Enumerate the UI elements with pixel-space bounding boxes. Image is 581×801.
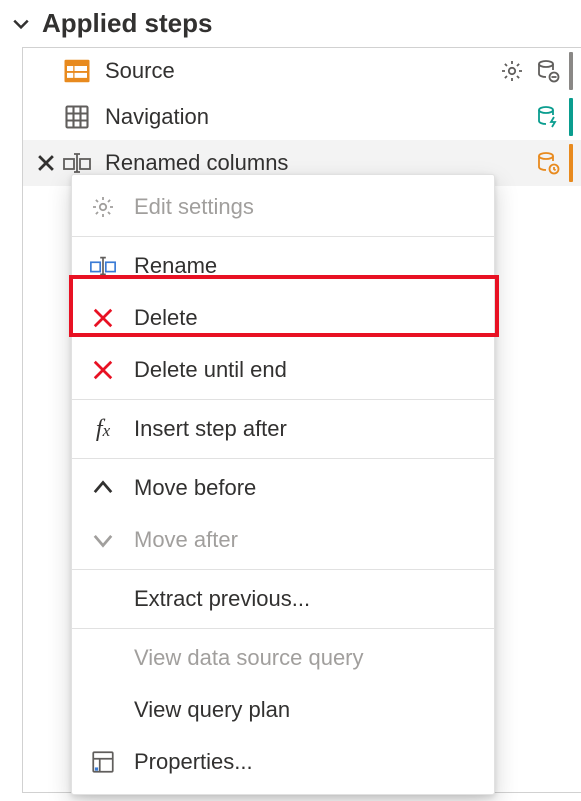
status-stripe bbox=[569, 144, 573, 182]
menu-move-before[interactable]: Move before bbox=[72, 462, 494, 514]
table-source-icon bbox=[61, 55, 93, 87]
menu-label: Delete until end bbox=[134, 357, 287, 383]
menu-label: Delete bbox=[134, 305, 198, 331]
table-icon bbox=[61, 101, 93, 133]
delete-x-icon bbox=[88, 303, 118, 333]
step-row-source[interactable]: Source bbox=[23, 48, 581, 94]
properties-icon bbox=[88, 747, 118, 777]
chevron-down-icon bbox=[10, 15, 32, 33]
delete-step-button[interactable] bbox=[31, 152, 61, 174]
menu-edit-settings: Edit settings bbox=[72, 181, 494, 233]
blank-icon bbox=[88, 643, 118, 673]
blank-icon bbox=[88, 695, 118, 725]
menu-view-query-plan[interactable]: View query plan bbox=[72, 684, 494, 736]
step-context-menu: Edit settings Rename Delete Delete u bbox=[71, 174, 495, 795]
menu-separator bbox=[72, 236, 494, 237]
section-title: Applied steps bbox=[42, 8, 212, 39]
menu-extract-previous[interactable]: Extract previous... bbox=[72, 573, 494, 625]
database-lightning-icon[interactable] bbox=[533, 102, 563, 132]
menu-rename[interactable]: Rename bbox=[72, 240, 494, 292]
chevron-up-icon bbox=[88, 473, 118, 503]
blank-icon bbox=[88, 584, 118, 614]
step-label: Navigation bbox=[105, 104, 209, 130]
menu-label: Properties... bbox=[134, 749, 253, 775]
applied-steps-header[interactable]: Applied steps bbox=[0, 0, 581, 45]
step-row-navigation[interactable]: Navigation bbox=[23, 94, 581, 140]
menu-separator bbox=[72, 569, 494, 570]
menu-separator bbox=[72, 399, 494, 400]
database-clock-icon[interactable] bbox=[533, 148, 563, 178]
gear-icon bbox=[88, 192, 118, 222]
menu-label: Edit settings bbox=[134, 194, 254, 220]
gear-icon[interactable] bbox=[497, 56, 527, 86]
menu-view-data-source-query: View data source query bbox=[72, 632, 494, 684]
rename-icon bbox=[88, 251, 118, 281]
step-label: Renamed columns bbox=[105, 150, 288, 176]
fx-icon: fx bbox=[88, 414, 118, 444]
applied-steps-panel: Source bbox=[22, 47, 581, 793]
menu-label: Move after bbox=[134, 527, 238, 553]
menu-move-after: Move after bbox=[72, 514, 494, 566]
menu-label: View data source query bbox=[134, 645, 364, 671]
database-minus-icon[interactable] bbox=[533, 56, 563, 86]
menu-delete-until-end[interactable]: Delete until end bbox=[72, 344, 494, 396]
menu-label: Rename bbox=[134, 253, 217, 279]
step-label: Source bbox=[105, 58, 175, 84]
status-stripe bbox=[569, 52, 573, 90]
status-stripe bbox=[569, 98, 573, 136]
menu-delete[interactable]: Delete bbox=[72, 292, 494, 344]
menu-label: View query plan bbox=[134, 697, 290, 723]
menu-separator bbox=[72, 628, 494, 629]
chevron-down-icon bbox=[88, 525, 118, 555]
delete-x-icon bbox=[88, 355, 118, 385]
menu-label: Extract previous... bbox=[134, 586, 310, 612]
menu-separator bbox=[72, 458, 494, 459]
menu-insert-step-after[interactable]: fx Insert step after bbox=[72, 403, 494, 455]
menu-label: Insert step after bbox=[134, 416, 287, 442]
menu-label: Move before bbox=[134, 475, 256, 501]
menu-properties[interactable]: Properties... bbox=[72, 736, 494, 788]
